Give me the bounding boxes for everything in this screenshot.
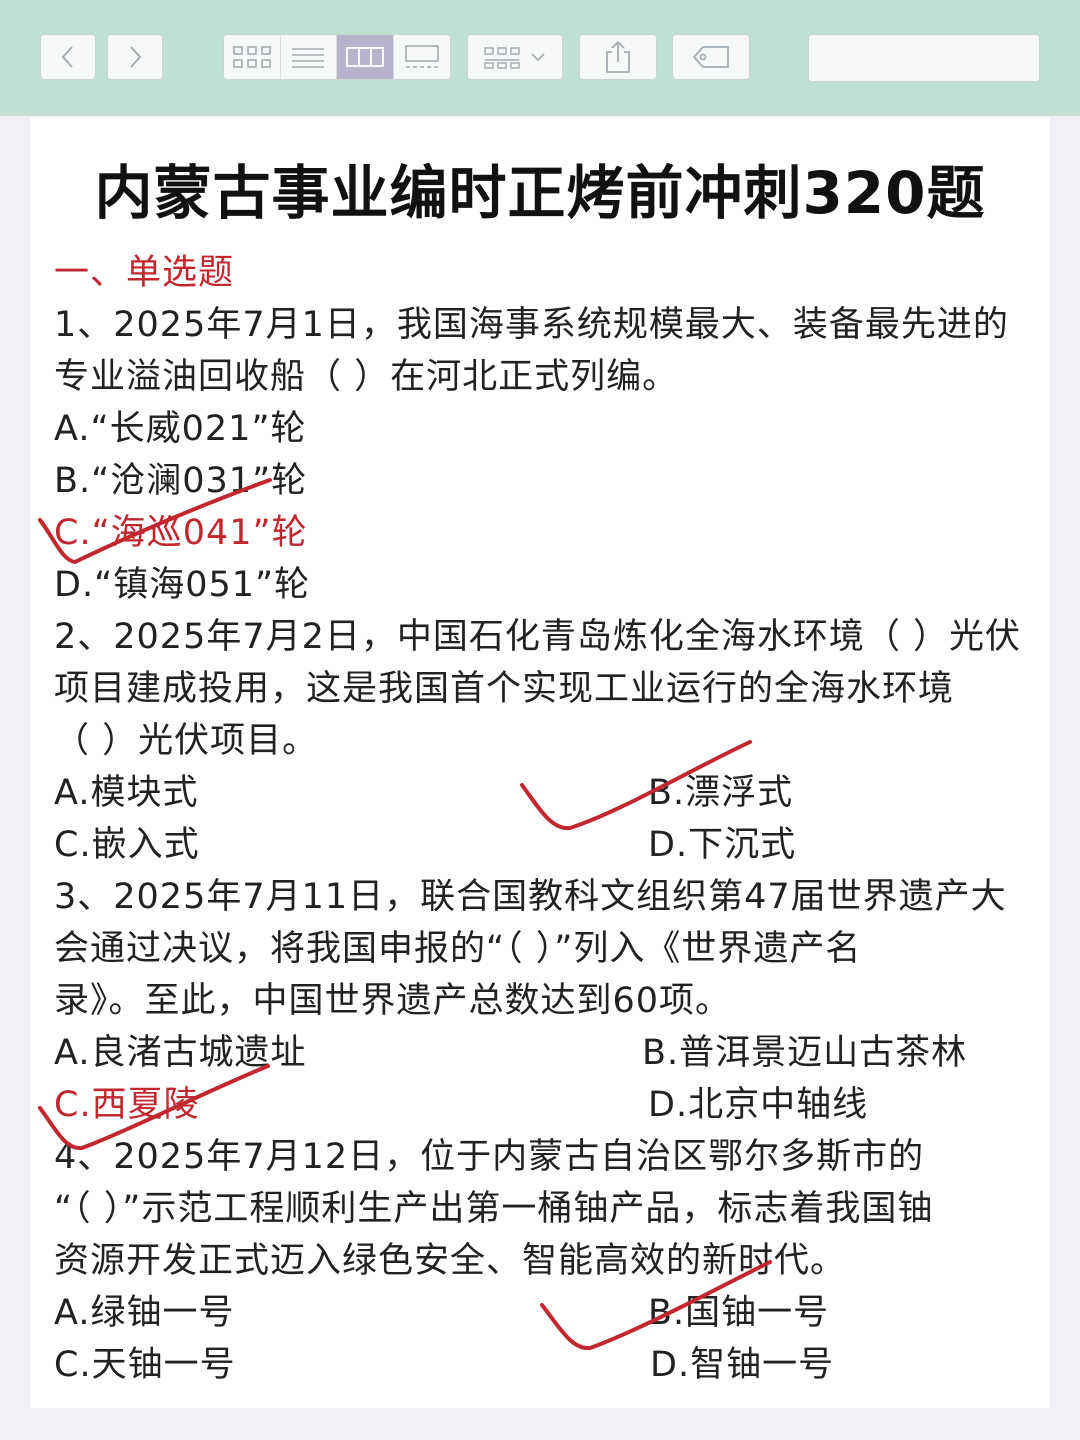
question-3-line-1: 3、2025年7月11日，联合国教科文组织第47届世界遗产大	[54, 877, 1007, 917]
question-1-option-d: D.“镇海051”轮	[54, 565, 311, 605]
question-1-line-1: 1、2025年7月1日，我国海事系统规模最大、装备最先进的	[54, 305, 1009, 345]
group-dropdown-button[interactable]	[467, 34, 563, 80]
view-list-button[interactable]	[281, 35, 337, 79]
chevron-left-icon	[61, 46, 73, 68]
question-2-option-a: A.模块式	[54, 773, 199, 813]
question-3-option-d: D.北京中轴线	[648, 1085, 869, 1125]
list-icon	[292, 48, 325, 68]
question-1-option-b: B.“沧澜031”轮	[54, 461, 308, 501]
question-4-option-d: D.智铀一号	[650, 1345, 835, 1385]
gallery-icon	[404, 45, 439, 68]
tag-button[interactable]	[672, 34, 750, 80]
search-field[interactable]	[808, 34, 1048, 82]
view-columns-button[interactable]	[337, 35, 394, 79]
section-heading: 一、单选题	[54, 253, 235, 293]
chevron-right-icon	[130, 46, 142, 68]
question-3-option-c-answer: C.西夏陵	[54, 1085, 200, 1125]
question-2-line-1: 2、2025年7月2日，中国石化青岛炼化全海水环境（ ）光伏	[54, 617, 1022, 657]
question-4-line-2: “（ ）”示范工程顺利生产出第一桶铀产品，标志着我国铀	[54, 1189, 934, 1229]
search-input[interactable]	[819, 34, 1048, 82]
share-button[interactable]	[579, 34, 657, 80]
question-3-line-3: 录》。至此，中国世界遗产总数达到60项。	[54, 981, 732, 1021]
view-gallery-button[interactable]	[394, 35, 451, 79]
page-title: 内蒙古事业编时正烤前冲刺320题	[94, 159, 986, 227]
question-4-option-c: C.天铀一号	[54, 1345, 236, 1385]
question-2-line-2: 项目建成投用，这是我国首个实现工业运行的全海水环境	[54, 669, 955, 709]
question-4-option-b-answer: B.国铀一号	[648, 1293, 830, 1333]
back-button[interactable]	[40, 34, 96, 80]
question-1-line-2: 专业溢油回收船（ ）在河北正式列编。	[54, 357, 679, 397]
question-4-line-3: 资源开发正式迈入绿色安全、智能高效的新时代。	[54, 1241, 847, 1281]
question-3-option-b: B.普洱景迈山古茶林	[642, 1033, 968, 1073]
question-3-option-a: A.良渚古城遗址	[54, 1033, 307, 1073]
question-3-line-2: 会通过决议，将我国申报的“（ ）”列入《世界遗产名	[54, 929, 862, 969]
question-2-option-b-answer: B.漂浮式	[648, 773, 794, 813]
toolbar	[0, 0, 1080, 116]
question-1-option-c-answer: C.“海巡041”轮	[54, 513, 308, 553]
grid-icon	[232, 46, 271, 68]
question-4-line-1: 4、2025年7月12日，位于内蒙古自治区鄂尔多斯市的	[54, 1137, 925, 1177]
question-4-option-a: A.绿铀一号	[54, 1293, 235, 1333]
chevron-down-icon	[531, 53, 545, 62]
share-icon	[606, 40, 630, 73]
columns-icon	[345, 47, 384, 67]
forward-button[interactable]	[107, 34, 163, 80]
view-grid-button[interactable]	[224, 35, 281, 79]
question-1-option-a: A.“长威021”轮	[54, 409, 307, 449]
group-grid-icon	[484, 47, 520, 69]
question-2-line-3: （ ）光伏项目。	[54, 721, 319, 761]
tag-icon	[692, 46, 729, 68]
view-mode-group	[223, 34, 451, 80]
question-2-option-c: C.嵌入式	[54, 825, 200, 865]
question-2-option-d: D.下沉式	[648, 825, 797, 865]
